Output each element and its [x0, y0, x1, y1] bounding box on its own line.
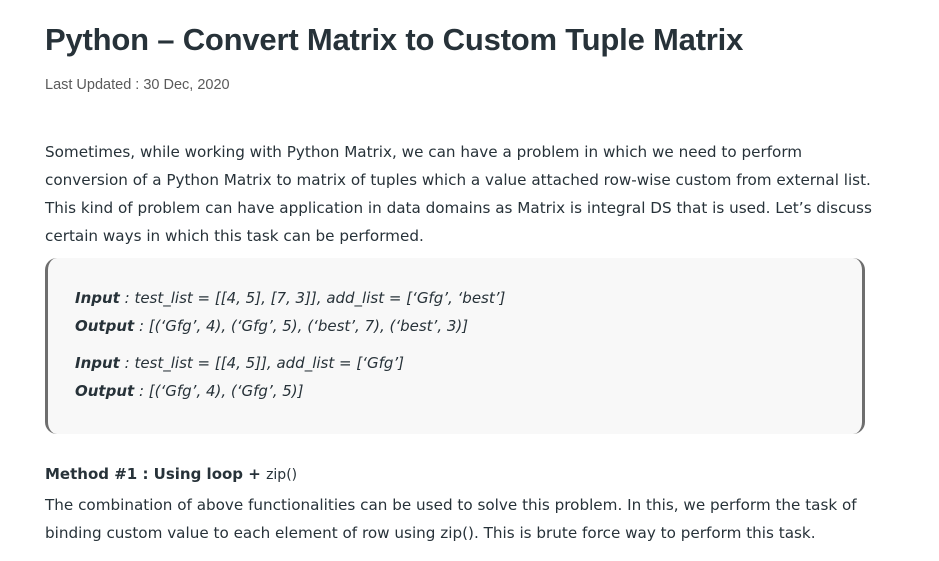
example-output-line: Output : [(‘Gfg’, 4), (‘Gfg’, 5)]: [75, 377, 862, 405]
last-updated-date: Last Updated : 30 Dec, 2020: [45, 77, 230, 93]
output-value: : [(‘Gfg’, 4), (‘Gfg’, 5)]: [134, 382, 304, 400]
input-value: : test_list = [[4, 5]], add_list = [‘Gfg…: [119, 354, 404, 372]
example-input-line: Input : test_list = [[4, 5], [7, 3]], ad…: [75, 284, 862, 312]
intro-paragraph: Sometimes, while working with Python Mat…: [45, 143, 872, 245]
example-input-line: Input : test_list = [[4, 5]], add_list =…: [75, 349, 862, 377]
example-box: Input : test_list = [[4, 5], [7, 3]], ad…: [45, 258, 865, 434]
example-group-1: Input : test_list = [[4, 5], [7, 3]], ad…: [75, 284, 862, 340]
method-1-heading: Method #1 : Using loop + zip(): [45, 465, 297, 483]
method-1-heading-code: zip(): [266, 467, 298, 483]
input-label: Input: [75, 354, 120, 372]
output-value: : [(‘Gfg’, 4), (‘Gfg’, 5), (‘best’, 7), …: [134, 317, 469, 335]
output-label: Output: [75, 317, 135, 335]
input-label: Input: [75, 289, 120, 307]
page-title: Python – Convert Matrix to Custom Tuple …: [45, 22, 744, 57]
example-group-2: Input : test_list = [[4, 5]], add_list =…: [75, 349, 862, 405]
method-1-description: The combination of above functionalities…: [45, 496, 857, 542]
method-1-heading-text: Method #1 : Using loop +: [45, 465, 267, 483]
input-value: : test_list = [[4, 5], [7, 3]], add_list…: [119, 289, 506, 307]
output-label: Output: [75, 382, 135, 400]
example-output-line: Output : [(‘Gfg’, 4), (‘Gfg’, 5), (‘best…: [75, 312, 862, 340]
